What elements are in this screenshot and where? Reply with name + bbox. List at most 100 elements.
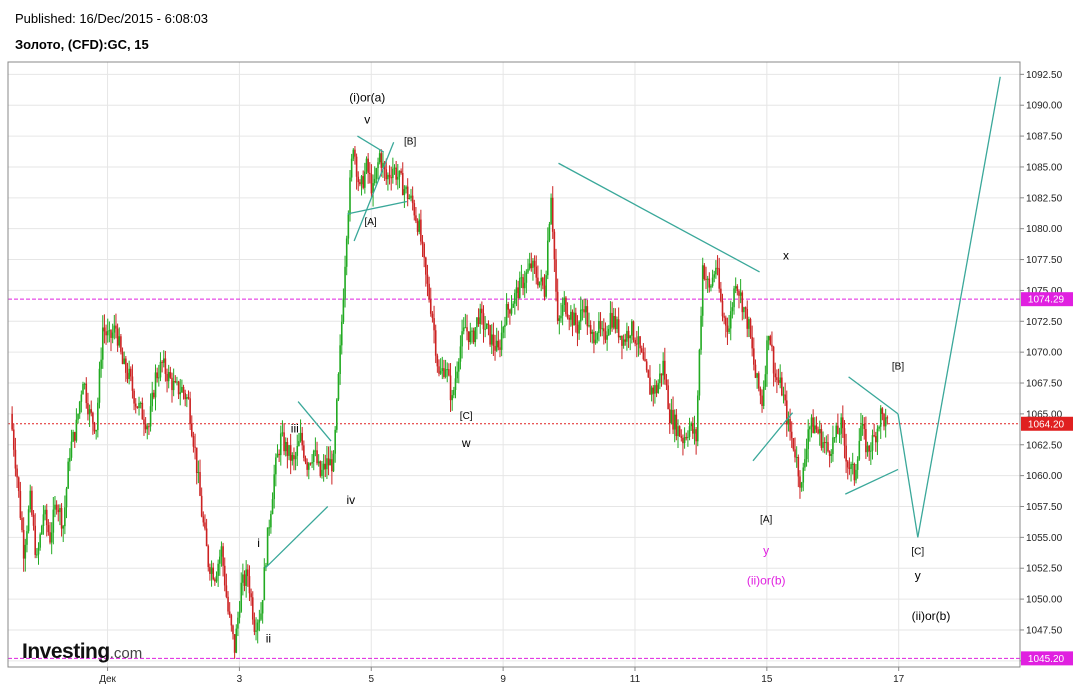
candle-body [69,457,71,462]
candle-body [753,348,755,365]
candle-body [235,628,238,653]
candle-body [143,419,145,425]
candle-body [184,393,186,400]
candle-body [195,447,198,473]
candle-body [685,437,688,439]
candle-body [591,331,594,334]
candle-body [210,567,213,574]
level-badge-label: 1045.20 [1028,654,1065,665]
candle-body [728,328,730,332]
candle-body [611,312,613,328]
candle-body [464,327,467,329]
candle-body [82,384,84,395]
candle-body [273,474,275,500]
candle-body [530,263,533,269]
candle-body [813,425,816,433]
candle-body [759,388,762,396]
candle-body [879,408,882,427]
candle-body [75,419,78,441]
candle-body [242,574,244,583]
candle-body [457,361,460,372]
candle-body [214,579,216,582]
candle-body [205,528,208,547]
candle-body [649,377,651,395]
candle-body [146,426,149,430]
candle-body [228,611,231,616]
logo-brand: Investing [22,640,110,663]
candle-body [739,292,742,296]
candle-body [166,373,168,382]
candle-body [884,417,887,427]
candle-body [357,176,360,183]
candle-body [594,339,597,344]
candle-body [39,534,41,548]
y-tick-label: 1087.50 [1026,132,1063,143]
candle-body [429,299,432,314]
candle-body [65,488,68,508]
candle-body [31,490,33,515]
candle-body [395,167,397,180]
candle-body [596,332,599,340]
candle-body [548,224,551,241]
candle-body [26,531,28,545]
candle-body [642,352,645,360]
candle-body [500,332,503,350]
wave-label: [C] [460,411,473,422]
candle-body [762,386,765,406]
candle-body [331,459,333,472]
candle-body [720,288,722,301]
candle-body [767,336,770,341]
candle-body [59,507,61,513]
candle-body [565,297,567,315]
candle-body [438,366,440,374]
y-axis: 1092.50 1090.00 1087.50 1085.00 1082.50 1080.… [1020,70,1063,667]
candle-body [482,313,485,330]
candle-body [261,600,264,614]
candle-body [609,312,612,329]
candle-body [52,509,55,533]
candle-body [749,319,752,338]
candle-body [863,423,866,430]
candle-body [797,456,800,477]
x-axis: Дек 3 5 9 11 15 17 [99,667,905,685]
candle-body [644,359,646,362]
candle-body [70,441,73,458]
candle-body [738,290,740,296]
candle-body [365,158,368,172]
candle-body [593,331,595,344]
candle-body [542,277,544,286]
candle-body [711,277,714,286]
candle-body [385,169,388,180]
candle-body [40,525,43,535]
candle-body [523,282,526,289]
candle-body [556,291,559,321]
candle-body [563,297,566,305]
candle-body [705,279,707,281]
candle-body [497,340,500,348]
candle-body [411,195,414,204]
y-tick-label: 1067.50 [1026,379,1063,390]
candle-body [100,359,102,369]
candle-body [237,617,239,629]
candle-body [116,328,119,346]
candle-body [700,315,702,350]
candle-body [657,383,660,394]
candle-body [794,449,796,458]
candle-body [218,556,221,564]
candle-body [270,514,272,528]
candle-body [364,171,366,188]
candle-body [726,325,729,332]
candle-body [121,351,124,364]
candle-body [413,203,416,216]
candle-body [840,417,842,434]
candle-body [873,435,875,437]
candle-body [878,426,880,429]
candle-body [90,409,93,413]
candle-body [622,339,625,346]
candle-body [616,319,618,330]
candle-body [546,240,549,276]
candle-body [626,330,628,342]
candle-body [27,509,30,532]
candle-body [253,619,256,632]
candle-body [250,593,252,598]
